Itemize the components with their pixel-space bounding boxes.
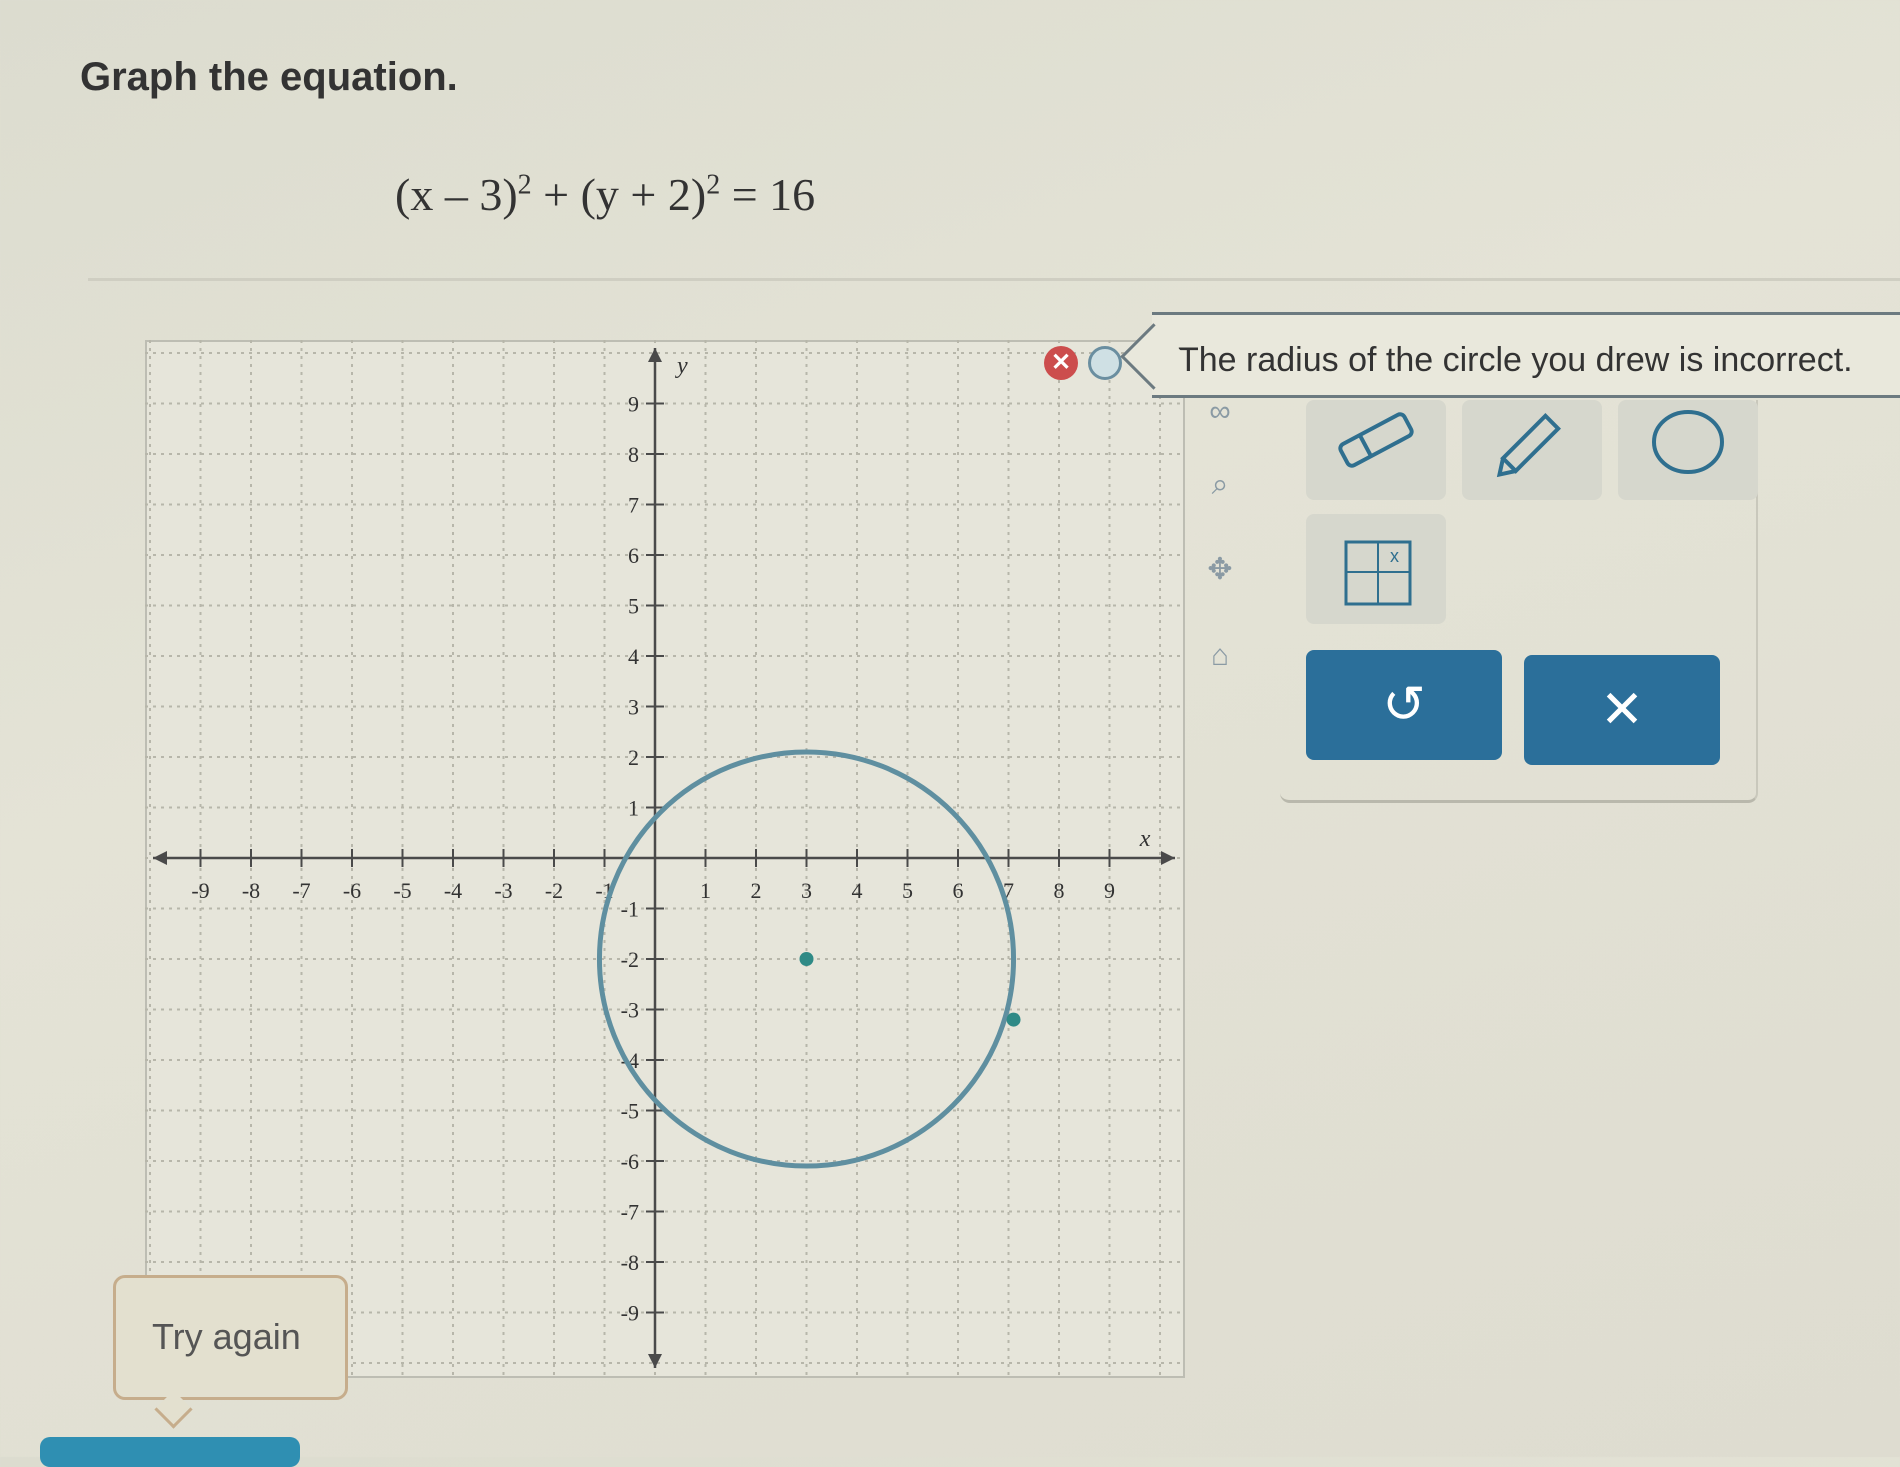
y-tick-label: 6 [628, 543, 639, 568]
y-tick-label: 9 [628, 392, 639, 417]
undo-button[interactable]: ↺ [1306, 650, 1502, 760]
x-tick-label: -2 [545, 878, 563, 903]
y-tick-label: -3 [621, 998, 639, 1023]
pencil-icon [1496, 413, 1561, 478]
home-icon[interactable]: ⌂ [1200, 636, 1240, 676]
feedback-text: The radius of the circle you drew is inc… [1178, 341, 1853, 379]
y-tick-label: -9 [621, 1301, 639, 1326]
infinity-icon[interactable]: ∞ [1200, 392, 1240, 432]
equation-plus: + [531, 169, 581, 220]
y-tick-label: -7 [621, 1200, 639, 1225]
x-tick-label: -7 [292, 878, 310, 903]
x-tick-label: 1 [700, 878, 711, 903]
clear-button[interactable]: ✕ [1524, 655, 1720, 765]
x-tick-label: 9 [1104, 878, 1115, 903]
eraser-button[interactable] [1306, 400, 1446, 500]
hint-icon[interactable] [1088, 346, 1122, 380]
prompt-text: Graph the equation. [80, 55, 458, 99]
pencil-button[interactable] [1462, 400, 1602, 500]
x-tick-label: -3 [494, 878, 512, 903]
equation: (x – 3)2 + (y + 2)2 = 16 [395, 168, 815, 221]
eraser-icon [1338, 412, 1414, 468]
try-again-text: Try again [152, 1316, 301, 1357]
equation-part1: (x – 3) [395, 169, 518, 220]
x-tick-label: -6 [343, 878, 361, 903]
svg-text:x: x [1390, 546, 1399, 566]
y-axis-arrow-down [648, 1354, 662, 1368]
equation-rhs: = 16 [720, 169, 816, 220]
y-tick-label: 1 [628, 796, 639, 821]
coordinate-graph[interactable]: -9 -8 -7 -6 -5 -4 -3 -2 -1 1 2 3 4 5 6 7 8 9987654321-1-2… [145, 340, 1185, 1378]
bottom-button[interactable] [40, 1437, 300, 1467]
x-tick-label: 3 [801, 878, 812, 903]
circle-tool-button[interactable] [1618, 400, 1758, 500]
x-tick-label: -5 [393, 878, 411, 903]
panel-divider [88, 278, 1900, 281]
graph-tool-button[interactable]: x [1306, 514, 1446, 624]
x-axis-arrow-left [153, 851, 167, 865]
error-icon: ✕ [1044, 346, 1078, 380]
x-tick-label: 2 [751, 878, 762, 903]
y-tick-label: 5 [628, 594, 639, 619]
x-tick-label: 8 [1054, 878, 1065, 903]
x-axis-arrow [1161, 851, 1175, 865]
x-tick-label: 6 [953, 878, 964, 903]
x-tick-label: -8 [242, 878, 260, 903]
x-axis-label: x [1139, 826, 1151, 852]
y-tick-label: -2 [621, 947, 639, 972]
move-icon[interactable]: ✥ [1200, 550, 1240, 590]
y-tick-label: -1 [621, 897, 639, 922]
circle-point [799, 952, 814, 966]
y-tick-label: -5 [621, 1099, 639, 1124]
equation-exp2: 2 [706, 169, 721, 201]
zoom-icon[interactable]: ⌕ [1200, 465, 1240, 505]
y-tick-label: 2 [628, 745, 639, 770]
circle-icon [1652, 410, 1724, 474]
circle-point [1006, 1012, 1021, 1027]
try-again-bubble: Try again [113, 1275, 348, 1400]
y-tick-label: 8 [628, 442, 639, 467]
graph-icon: x [1344, 540, 1412, 606]
feedback-tooltip: The radius of the circle you drew is inc… [1152, 312, 1900, 398]
x-tick-label: -9 [191, 878, 209, 903]
x-tick-label: 4 [852, 878, 863, 903]
tool-panel: x ↺ ✕ [1280, 400, 1758, 803]
equation-exp1: 2 [517, 169, 532, 201]
x-tick-label: 5 [902, 878, 913, 903]
y-axis-label: y [675, 353, 688, 379]
equation-part2: (y + 2) [580, 169, 707, 220]
y-tick-label: 3 [628, 695, 639, 720]
y-tick-label: -6 [621, 1149, 639, 1174]
x-tick-label: -4 [444, 878, 462, 903]
y-axis-arrow [648, 348, 662, 362]
y-tick-label: 7 [628, 493, 639, 518]
y-tick-label: -8 [621, 1250, 639, 1275]
y-tick-label: 4 [628, 644, 639, 669]
